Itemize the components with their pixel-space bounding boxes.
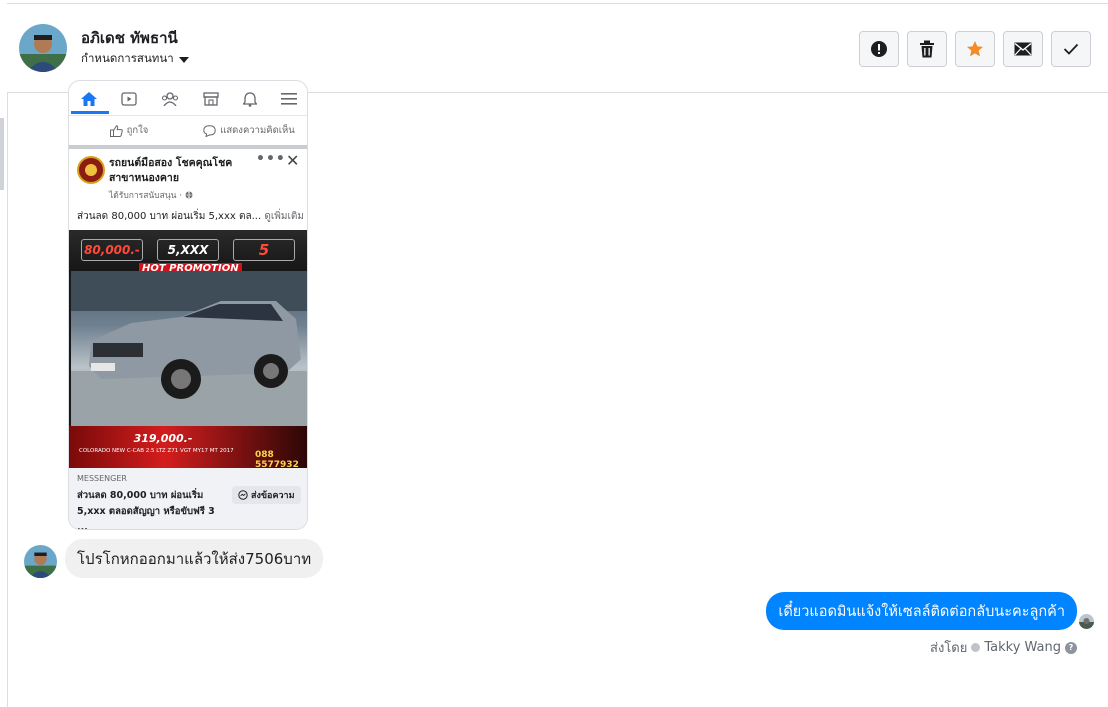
- seen-indicator-avatar: [1079, 614, 1094, 629]
- promo-phone: 088 5577932: [255, 450, 299, 468]
- caret-down-icon: [178, 56, 189, 63]
- feed-divider: [69, 145, 307, 149]
- comment-button[interactable]: แสดงความคิดเห็น: [189, 123, 307, 138]
- alert-circle-icon: [871, 41, 887, 57]
- close-icon[interactable]: ✕: [286, 151, 299, 170]
- header-actions: [859, 31, 1091, 67]
- promo-discount: 80,000.-: [81, 239, 143, 261]
- ad-page-name[interactable]: รถยนต์มือสอง โชคคุณโชค สาขาหนองคาย: [109, 156, 249, 186]
- bell-icon: [243, 91, 257, 107]
- ad-cta-area: MESSENGER ส่วนลด 80,000 บาท ผ่อนเริ่ม 5,…: [69, 468, 307, 530]
- menu-icon: [281, 93, 297, 105]
- groups-icon: [161, 92, 179, 106]
- outgoing-message[interactable]: เดี๋ยวแอดมินแจ้งให้เซลล์ติดต่อกลับนะคะลู…: [766, 592, 1077, 630]
- assign-conversation-dropdown[interactable]: กำหนดการสนทนา: [81, 50, 189, 68]
- see-more-link[interactable]: ดูเพิ่มเติม: [264, 211, 304, 222]
- sent-by-label: ส่งโดย: [930, 641, 968, 656]
- comment-icon: [203, 124, 216, 137]
- home-icon: [81, 92, 97, 106]
- check-icon: [1063, 43, 1079, 55]
- ad-caption: ส่วนลด 80,000 บาท ผ่อนเริ่ม 5,xxx ตล... …: [77, 211, 304, 222]
- comment-label: แสดงความคิดเห็น: [220, 125, 295, 136]
- page-admin-icon: [971, 643, 981, 652]
- reaction-bar: ถูกใจ แสดงความคิดเห็น: [69, 115, 307, 145]
- ad-promo-image[interactable]: 80,000.- 5,XXX 5 HOT PROMOTION 319,000.-…: [69, 230, 307, 468]
- cta-source-label: MESSENGER: [77, 474, 127, 483]
- report-button[interactable]: [859, 31, 899, 67]
- promo-installment: 5,XXX: [157, 239, 219, 261]
- envelope-icon: [1014, 42, 1032, 56]
- star-icon: [967, 41, 983, 57]
- trash-icon: [920, 40, 934, 58]
- marketplace-icon: [203, 92, 219, 106]
- sender-avatar[interactable]: [24, 545, 57, 578]
- facebook-nav-bar: [69, 81, 307, 111]
- pickup-truck-photo: [71, 271, 307, 426]
- send-message-button[interactable]: ส่งข้อความ: [232, 486, 301, 504]
- thumbs-up-icon: [109, 124, 123, 137]
- mark-done-button[interactable]: [1051, 31, 1091, 67]
- cta-title: ส่วนลด 80,000 บาท ผ่อนเริ่ม 5,xxx ตลอดสั…: [77, 490, 215, 530]
- nav-active-indicator: [71, 111, 109, 114]
- more-options-icon[interactable]: •••: [256, 151, 286, 167]
- help-icon[interactable]: ?: [1065, 641, 1077, 654]
- sent-by-info: ส่งโดย Takky Wang ?: [930, 637, 1077, 658]
- mark-unread-button[interactable]: [1003, 31, 1043, 67]
- scrollbar[interactable]: [0, 118, 4, 190]
- contact-name[interactable]: อภิเดช ทัพธานี: [81, 26, 178, 50]
- video-icon: [121, 92, 137, 106]
- messenger-icon: [238, 490, 248, 500]
- page-logo[interactable]: [77, 156, 105, 184]
- globe-icon: [185, 191, 193, 199]
- assign-label: กำหนดการสนทนา: [81, 51, 174, 65]
- price-banner: 319,000.- COLORADO NEW C-CAB 2.5 LTZ Z71…: [69, 426, 307, 468]
- contact-avatar[interactable]: [19, 24, 67, 72]
- promo-term: 5: [233, 239, 295, 261]
- panel-border: [7, 3, 8, 707]
- incoming-message[interactable]: โปรโกหกออกมาแล้วให้ส่ง7506บาท: [65, 539, 324, 578]
- sponsored-label: ได้รับการสนับสนุน ·: [109, 188, 193, 202]
- sender-name[interactable]: Takky Wang: [984, 640, 1061, 655]
- promo-price: 319,000.-: [133, 431, 193, 445]
- delete-button[interactable]: [907, 31, 947, 67]
- promo-model: COLORADO NEW C-CAB 2.5 LTZ Z71 VGT MY17 …: [79, 448, 234, 454]
- shared-ad-card[interactable]: ถูกใจ แสดงความคิดเห็น รถยนต์มือสอง โชคคุ…: [68, 80, 308, 530]
- star-button[interactable]: [955, 31, 995, 67]
- like-label: ถูกใจ: [126, 125, 149, 136]
- like-button[interactable]: ถูกใจ: [69, 123, 189, 138]
